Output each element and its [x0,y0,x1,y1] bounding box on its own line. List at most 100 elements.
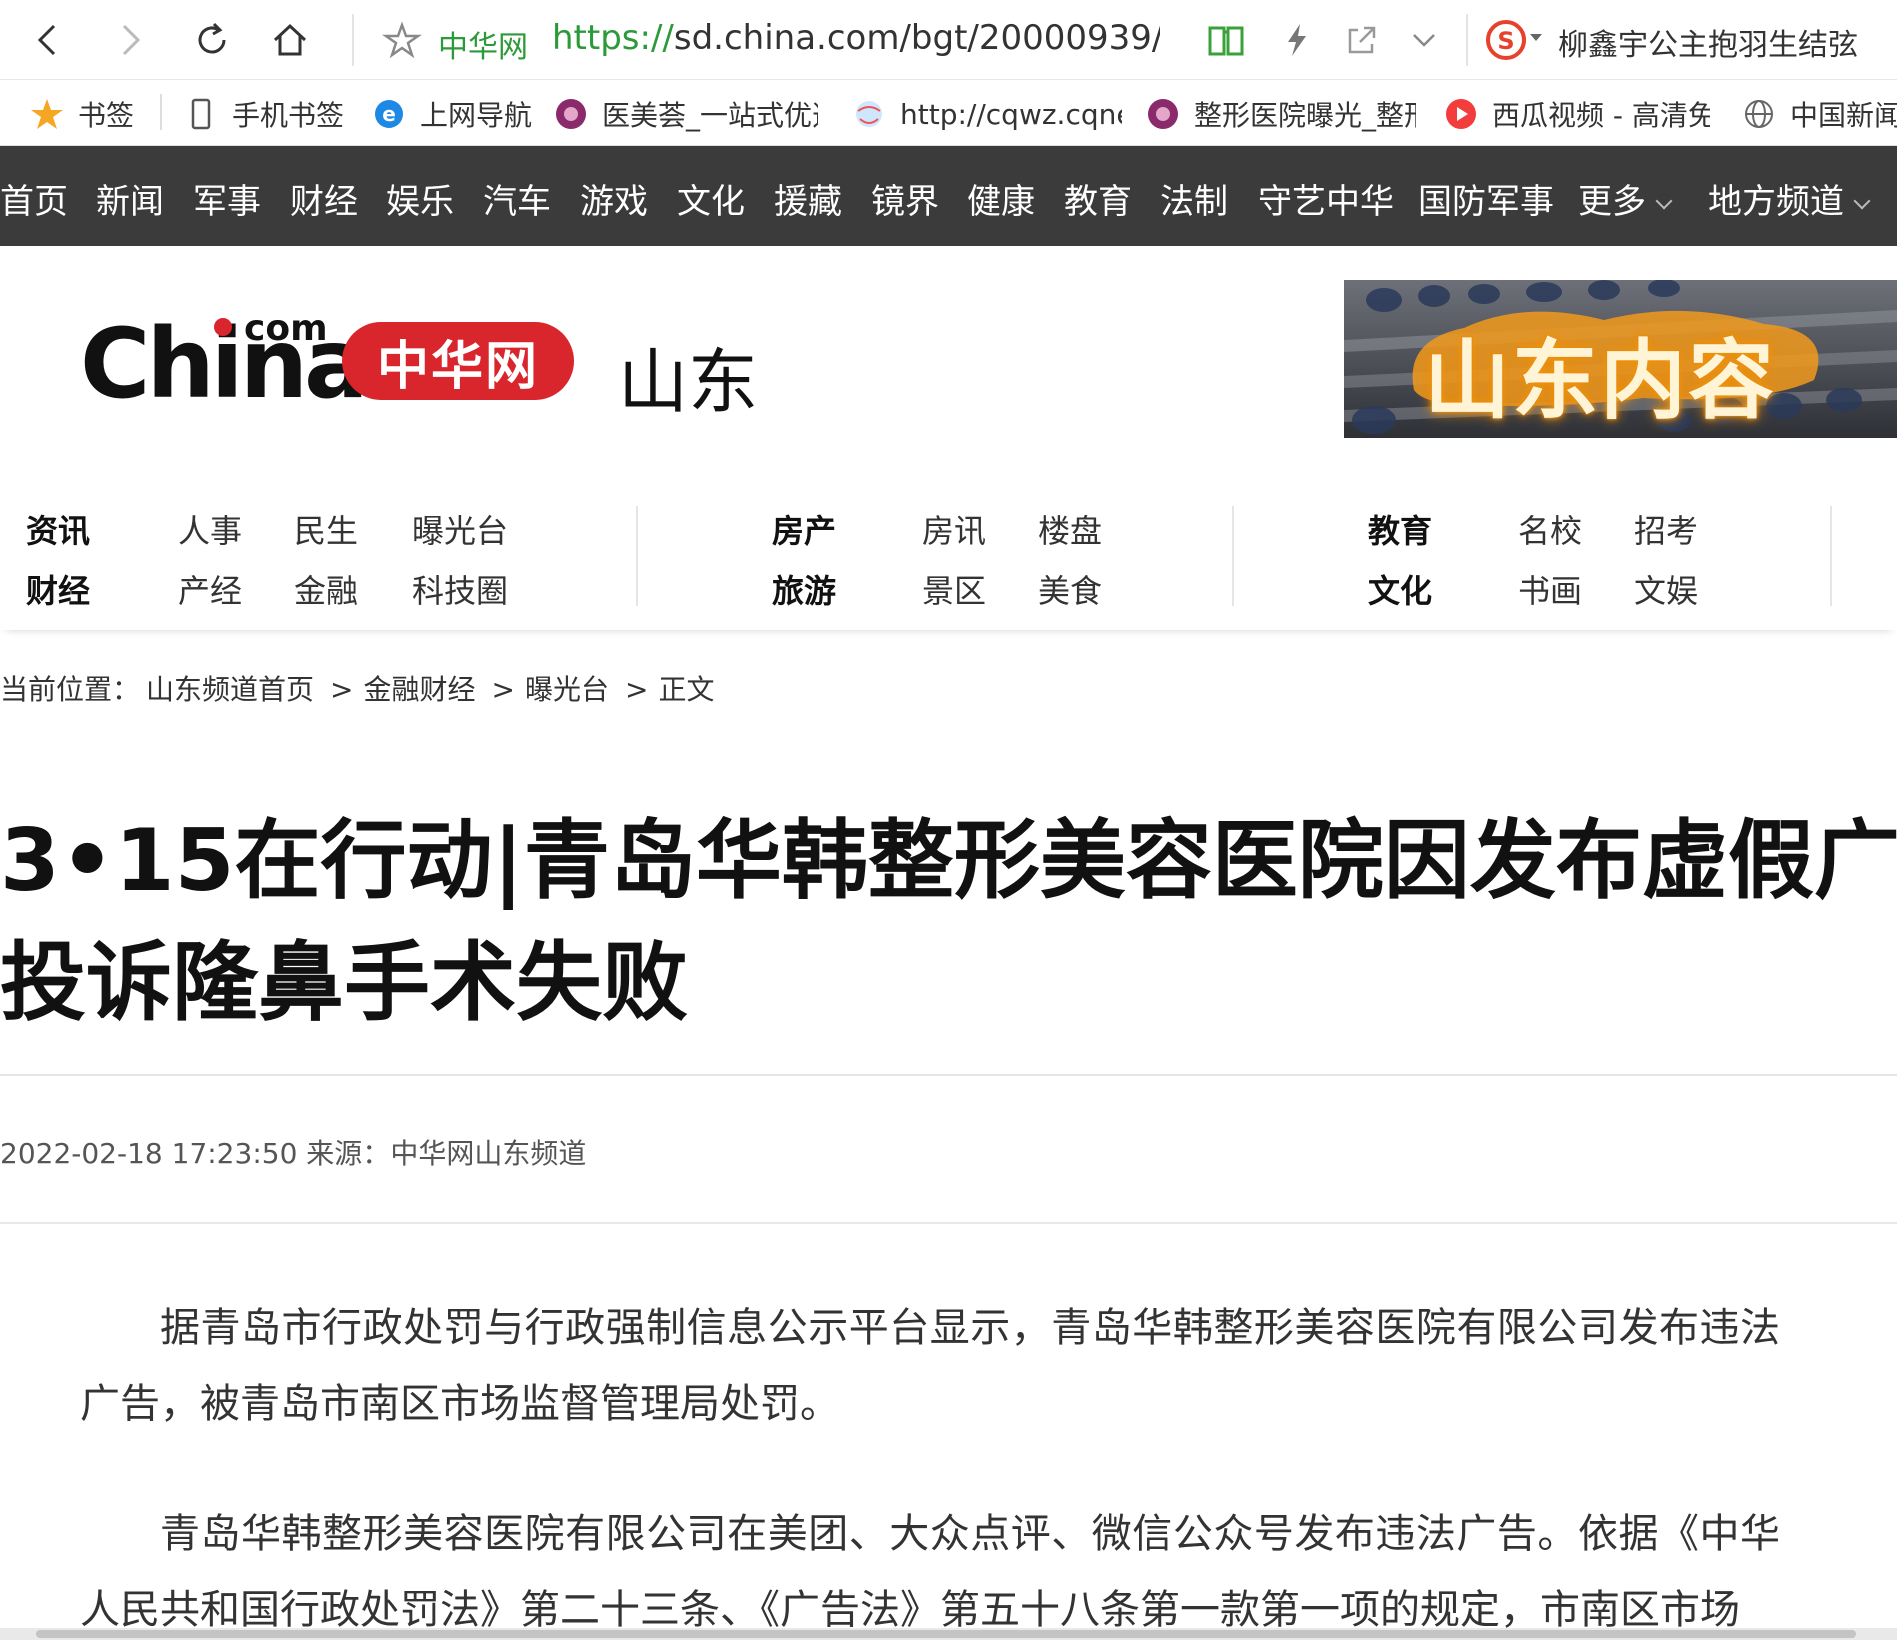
nav-local-label: 地方频道 [1708,182,1844,222]
nav-item-shouyi[interactable]: 守艺中华 [1258,174,1394,223]
nav-item-health[interactable]: 健康 [967,174,1035,223]
bookmark-item[interactable]: 中国新闻 [1742,94,1897,134]
subnav-divider [1232,506,1234,606]
bookmark-item[interactable]: 整形医院曝光_整形 [1146,94,1416,134]
bookmark-item[interactable]: 书签 [30,94,134,134]
nav-item-local[interactable]: 地方频道 [1708,174,1871,223]
logo-dot [214,318,232,336]
breadcrumb-prefix: 当前位置： [0,673,141,706]
article-title: 3•15在行动|青岛华韩整形美容医院因发布虚假广 投诉隆鼻手术失败 [0,800,1897,1044]
nav-item-home[interactable]: 首页 [0,174,68,223]
url-path: sd.china.com/bgt/20000939/2022 [673,18,1160,58]
breadcrumb-link[interactable]: 山东频道首页 [146,673,314,706]
yimeihui-icon [1146,97,1180,131]
breadcrumb-current: 正文 [658,673,715,706]
bookmarks-bar: 书签 手机书签 e 上网导航 医美荟_一站式优选 http://cqwz.cqn… [0,80,1897,146]
subnav-item[interactable]: 书画 [1518,566,1582,612]
channel-subnav: 资讯 财经 人事 民生 曝光台 产经 金融 科技圈 房产 旅游 房讯 楼盘 景区… [0,476,1897,630]
star-outline-icon[interactable] [382,20,422,60]
share-icon[interactable] [1342,20,1382,60]
breadcrumb: 当前位置： 山东频道首页 > 金融财经 > 曝光台 > 正文 [0,668,720,708]
subnav-item[interactable]: 名校 [1518,506,1582,552]
scrollbar-thumb[interactable] [36,1630,1856,1638]
site-name: 中华网 [438,30,528,65]
nav-item-more[interactable]: 更多 [1578,174,1673,223]
main-nav: 首页 新闻 军事 财经 娱乐 汽车 游戏 文化 援藏 镜界 健康 教育 法制 守… [0,146,1897,246]
divider [0,1074,1897,1076]
home-icon [273,23,307,56]
logo-badge: 中华网 [342,322,574,400]
subnav-item[interactable]: 金融 [294,566,358,612]
nav-item-culture[interactable]: 文化 [677,174,745,223]
divider [0,1222,1897,1224]
phone-icon [184,97,218,131]
breadcrumb-link[interactable]: 金融财经 [364,673,476,706]
browser-toolbar: 中华网 https://sd.china.com/bgt/20000939/20… [0,0,1897,80]
bookmark-item[interactable]: http://cqwz.cqnew [852,94,1122,134]
nav-item-military[interactable]: 军事 [193,174,261,223]
subnav-head-house[interactable]: 房产 [772,506,836,552]
subnav-head-travel[interactable]: 旅游 [772,566,836,612]
subnav-item[interactable]: 房讯 [922,506,986,552]
nav-item-defense[interactable]: 国防军事 [1418,174,1554,223]
subnav-head-news[interactable]: 资讯 [26,506,90,552]
subnav-divider [1830,506,1832,606]
bookmark-separator [160,94,162,130]
subnav-item[interactable]: 楼盘 [1038,506,1102,552]
lightning-icon[interactable] [1276,20,1316,60]
subnav-item[interactable]: 文娱 [1634,566,1698,612]
reader-mode-icon[interactable] [1206,20,1246,60]
sogou-search-icon[interactable]: S [1484,18,1528,62]
subnav-item[interactable]: 招考 [1634,506,1698,552]
reload-icon [198,22,226,54]
nav-item-entertainment[interactable]: 娱乐 [386,174,454,223]
search-hotword[interactable]: 柳鑫宇公主抱羽生结弦 [1558,20,1858,64]
article-meta: 2022-02-18 17:23:50 来源：中华网山东频道 [0,1132,586,1172]
subnav-item[interactable]: 景区 [922,566,986,612]
subnav-item[interactable]: 美食 [1038,566,1102,612]
subnav-head-education[interactable]: 教育 [1368,506,1432,552]
breadcrumb-link[interactable]: 曝光台 [525,673,609,706]
subnav-head-finance[interactable]: 财经 [26,566,90,612]
article-title-line: 3•15在行动|青岛华韩整形美容医院因发布虚假广 [0,811,1897,911]
bookmark-item[interactable]: 手机书签 [184,94,344,134]
nav-item-law[interactable]: 法制 [1160,174,1228,223]
home-button[interactable] [264,14,316,66]
xigua-icon [1444,97,1478,131]
subnav-head-culture[interactable]: 文化 [1368,566,1432,612]
nav-item-games[interactable]: 游戏 [580,174,648,223]
bookmark-item[interactable]: e 上网导航 [372,94,532,134]
subnav-item[interactable]: 科技圈 [412,566,508,612]
article-datetime: 2022-02-18 17:23:50 [0,1137,298,1170]
url-field[interactable]: https://sd.china.com/bgt/20000939/2022 [552,18,1160,58]
nav-item-education[interactable]: 教育 [1064,174,1132,223]
toolbar-separator [1466,14,1468,66]
toolbar-separator [352,14,354,66]
nav-item-tibet-aid[interactable]: 援藏 [774,174,842,223]
subnav-item[interactable]: 产经 [178,566,242,612]
channel-region-title: 山东 [618,341,758,423]
ie-icon: e [372,97,406,131]
caret-down-icon[interactable] [1530,34,1542,41]
horizontal-scrollbar[interactable] [0,1628,1897,1640]
svg-text:S: S [1497,27,1514,55]
reload-button[interactable] [186,14,238,66]
subnav-item[interactable]: 民生 [294,506,358,552]
bookmark-item[interactable]: 西瓜视频 - 高清免 [1444,94,1710,134]
chevron-right-icon [122,24,141,56]
chevron-down-icon[interactable] [1404,20,1444,60]
nav-item-jingjie[interactable]: 镜界 [871,174,939,223]
nav-item-news[interactable]: 新闻 [96,174,164,223]
subnav-item[interactable]: 曝光台 [412,506,508,552]
forward-button[interactable] [104,14,156,66]
back-button[interactable] [22,14,74,66]
nav-item-finance[interactable]: 财经 [290,174,358,223]
subnav-item[interactable]: 人事 [178,506,242,552]
article-paragraph: 青岛华韩整形美容医院有限公司在美团、大众点评、微信公众号发布违法广告。依据《中华… [80,1511,1780,1632]
bookmark-item[interactable]: 医美荟_一站式优选 [554,94,818,134]
header-banner[interactable]: 山东内容 [1344,280,1897,438]
article-source: 中华网山东频道 [390,1137,587,1170]
nav-item-auto[interactable]: 汽车 [483,174,551,223]
globe-icon [1742,97,1776,131]
banner-title: 山东内容 [1424,331,1776,431]
